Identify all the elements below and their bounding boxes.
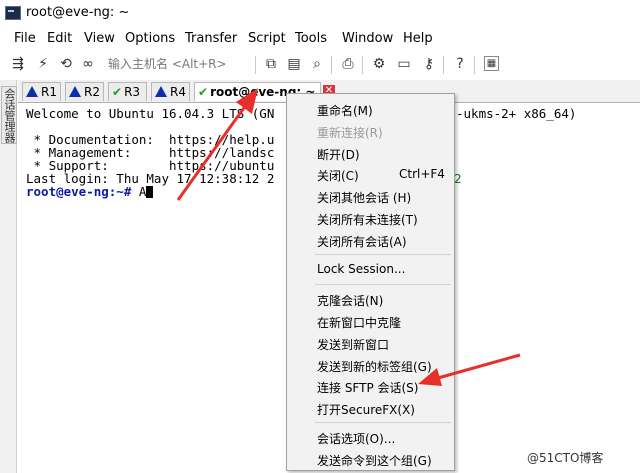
menu-item-send-new-window[interactable]: 发送到新窗口: [317, 336, 389, 353]
window-title: root@eve-ng: ~: [26, 5, 130, 20]
tab-context-menu: 重命名(M) 重新连接(R) 断开(D) 关闭(C) Ctrl+F4 关闭其他会…: [286, 93, 455, 471]
toolbar-separator: [255, 56, 256, 74]
menu-item-close-others[interactable]: 关闭其他会话 (H): [317, 189, 411, 206]
toolbar: ⇶ ⚡ ⟲ ∞ 输入主机名 <Alt+R> ⧉ ▤ ⌕ ⎙ ⚙ ▭ ⚷ ? ▦: [0, 52, 640, 78]
menu-script[interactable]: Script: [248, 31, 286, 46]
menu-help[interactable]: Help: [403, 31, 433, 46]
toolbar-separator: [362, 56, 363, 74]
menu-tools[interactable]: Tools: [295, 31, 327, 46]
find-icon[interactable]: ⌕: [309, 56, 325, 72]
menu-item-connect-sftp[interactable]: 连接 SFTP 会话(S): [317, 379, 419, 396]
tab-r4[interactable]: R4: [151, 82, 190, 101]
terminal-prompt-line: root@eve-ng:~# A: [26, 184, 154, 199]
menu-item-clone-new-window[interactable]: 在新窗口中克隆: [317, 314, 401, 331]
tab-r1[interactable]: R1: [22, 82, 61, 101]
host-input[interactable]: 输入主机名 <Alt+R>: [106, 56, 254, 73]
menu-item-label: 关闭(C): [317, 169, 359, 183]
reconnect-icon[interactable]: ⟲: [58, 56, 74, 72]
warning-icon: [155, 86, 167, 97]
menu-item-close-all[interactable]: 关闭所有会话(A): [317, 233, 407, 250]
menu-file[interactable]: File: [14, 31, 36, 46]
warning-icon: [26, 86, 38, 97]
menu-item-session-options[interactable]: 会话选项(O)...: [317, 430, 395, 447]
menu-options[interactable]: Options: [125, 31, 175, 46]
menu-separator: [315, 422, 451, 423]
menu-item-shortcut: Ctrl+F4: [399, 167, 445, 181]
disconnect-icon[interactable]: ∞: [80, 56, 96, 72]
tab-label: R2: [84, 85, 100, 99]
tab-r3[interactable]: ✔ R3: [108, 82, 147, 101]
terminal-line: Welcome to Ubuntu 16.04.3 LTS (GN: [26, 106, 275, 121]
menu-item-close[interactable]: 关闭(C) Ctrl+F4: [317, 167, 447, 184]
tab-label: R1: [41, 85, 57, 99]
watermark: @51CTO博客: [527, 451, 604, 465]
menu-item-open-securefx[interactable]: 打开SecureFX(X): [317, 401, 415, 418]
menu-item-send-new-tab-group[interactable]: 发送到新的标签组(G): [317, 358, 432, 375]
quick-connect-icon[interactable]: ⚡: [35, 56, 51, 72]
tab-label: R4: [170, 85, 186, 99]
key-icon[interactable]: ⚷: [421, 56, 437, 72]
copy-icon[interactable]: ⧉: [263, 56, 279, 72]
menu-item-close-unconnected[interactable]: 关闭所有未连接(T): [317, 211, 418, 228]
paste-icon[interactable]: ▤: [286, 56, 302, 72]
menu-item-reconnect: 重新连接(R): [317, 126, 383, 140]
shell-prompt: root@eve-ng:~#: [26, 184, 132, 199]
tab-r2[interactable]: R2: [65, 82, 104, 101]
check-icon: ✔: [112, 85, 123, 99]
session-manager-tab[interactable]: 会话管理器: [1, 86, 17, 144]
menu-item-send-command-group[interactable]: 发送命令到这个组(G): [317, 452, 432, 469]
toolbar-separator: [331, 56, 332, 74]
warning-icon: [69, 86, 81, 97]
menu-item-clone-session[interactable]: 克隆会话(N): [317, 292, 383, 309]
menu-separator: [315, 254, 451, 255]
connect-icon[interactable]: ⇶: [10, 56, 26, 72]
securecrt-app-icon: [5, 6, 21, 20]
help-icon[interactable]: ?: [452, 56, 468, 72]
session-manager-strip: 会话管理器: [0, 80, 17, 473]
terminal-input: A: [131, 184, 147, 199]
menu-bar: File Edit View Options Transfer Script T…: [0, 28, 640, 50]
menu-view[interactable]: View: [84, 31, 115, 46]
toolbar-separator: [474, 56, 475, 74]
settings-icon[interactable]: ⚙: [371, 56, 387, 72]
terminal-line-fragment: -ukms-2+ x86_64): [456, 106, 577, 121]
menu-separator: [315, 284, 451, 285]
check-icon: ✔: [198, 85, 209, 99]
menu-item-rename[interactable]: 重命名(M): [317, 102, 373, 119]
title-bar: root@eve-ng: ~: [0, 0, 640, 26]
menu-transfer[interactable]: Transfer: [185, 31, 237, 46]
menu-window[interactable]: Window: [342, 31, 393, 46]
menu-item-lock-session[interactable]: Lock Session...: [317, 262, 405, 276]
menu-edit[interactable]: Edit: [47, 31, 72, 46]
terminal-line-fragment: 2: [454, 171, 462, 186]
toolbar-separator: [443, 56, 444, 74]
terminal-cursor: [146, 186, 154, 198]
print-icon[interactable]: ⎙: [340, 56, 356, 72]
tab-label: R3: [124, 85, 141, 99]
keymap-icon[interactable]: ▭: [396, 56, 412, 72]
securefx-icon[interactable]: ▦: [484, 56, 499, 71]
menu-item-disconnect[interactable]: 断开(D): [317, 146, 360, 163]
